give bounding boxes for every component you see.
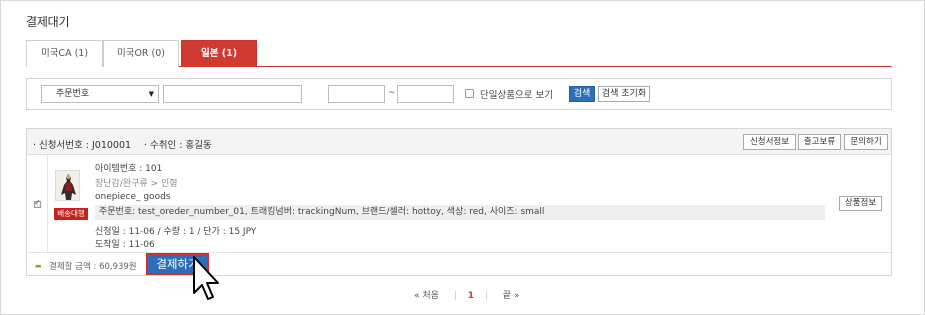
page-title: 결제대기 — [26, 15, 70, 29]
item-number: 아이템번호 : 101 — [95, 164, 163, 174]
hold-shipment-button[interactable]: 출고보류 — [798, 134, 841, 150]
product-info-button[interactable]: 상품정보 — [839, 196, 882, 211]
payment-amount: 결제할 금액 : 60,939원 — [49, 262, 137, 272]
search-type-select[interactable]: 주문번호 ▼ — [41, 85, 159, 103]
inquiry-button[interactable]: 문의하기 — [844, 134, 888, 150]
first-page-link[interactable]: « 처음 — [414, 288, 439, 301]
dropdown-arrow-icon: ▼ — [148, 90, 154, 98]
mouse-pointer-icon — [193, 256, 219, 300]
item-checkbox[interactable] — [34, 198, 41, 208]
single-product-label: 단일상품으로 보기 — [480, 90, 553, 101]
tab-japan[interactable]: 일본 (1) — [181, 40, 257, 67]
tab-us-or[interactable]: 미국OR (0) — [103, 40, 179, 67]
pager-separator: | — [453, 291, 457, 301]
last-page-link[interactable]: 끝 » — [503, 288, 520, 301]
search-button[interactable]: 검색 — [569, 86, 595, 102]
keyword-input[interactable] — [163, 85, 302, 103]
current-page[interactable]: 1 — [468, 291, 474, 301]
tab-bar: 미국CA (1) 미국OR (0) 일본 (1) — [26, 40, 892, 67]
single-product-checkbox[interactable] — [465, 89, 474, 98]
receiver-name: · 수취인 : 홍길동 — [144, 140, 212, 151]
pager-separator: | — [484, 291, 488, 301]
request-number: · 신청서번호 : J010001 — [33, 140, 132, 151]
date-range-separator: ~ — [388, 88, 396, 98]
search-panel: 주문번호 ▼ ~ 단일상품으로 보기 검색 검색 초기화 — [26, 78, 892, 110]
order-card: · 신청서번호 : J010001 · 수취인 : 홍길동 신청서정보 출고보류… — [26, 128, 892, 276]
order-header: · 신청서번호 : J010001 · 수취인 : 홍길동 신청서정보 출고보류… — [27, 129, 891, 155]
pagination: « 처음 | 1 | 끝 » — [414, 288, 519, 301]
reset-search-button[interactable]: 검색 초기화 — [598, 86, 650, 102]
date-to-input[interactable] — [397, 85, 454, 103]
amount-icon: ▬ — [35, 262, 42, 270]
item-options: 주문번호: test_oreder_number_01, 트래킹넘버: trac… — [95, 205, 825, 220]
order-footer: ▬ 결제할 금액 : 60,939원 결제하기 — [27, 252, 891, 276]
tab-us-ca[interactable]: 미국CA (1) — [26, 40, 103, 67]
request-info-button[interactable]: 신청서정보 — [743, 134, 796, 150]
item-request-detail: 신청일 : 11-06 / 수량 : 1 / 단가 : 15 JPY — [95, 227, 257, 237]
date-from-input[interactable] — [328, 85, 385, 103]
item-category: 장난감/완구류 > 인형 — [95, 179, 178, 189]
row-divider — [47, 156, 48, 252]
product-thumbnail — [55, 170, 80, 201]
shipping-agent-badge: 배송대행 — [54, 208, 88, 220]
search-type-value: 주문번호 — [56, 89, 90, 99]
item-arrival-date: 도착일 : 11-06 — [95, 240, 155, 250]
item-name: onepiece_ goods — [95, 192, 171, 202]
